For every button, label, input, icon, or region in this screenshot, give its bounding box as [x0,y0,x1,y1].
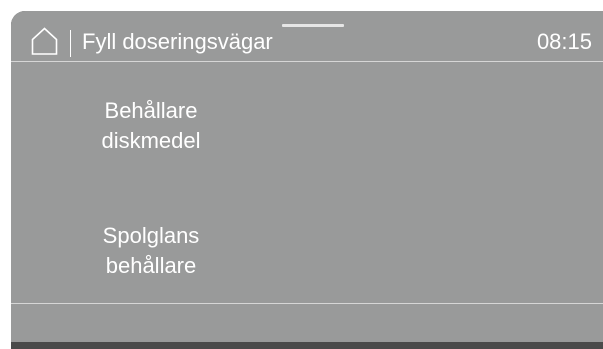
page-title: Fyll doseringsvägar [82,29,273,54]
header-separator [70,30,71,57]
header-divider [11,61,603,62]
menu-item-label-line2: diskmedel [101,128,201,153]
home-icon[interactable] [31,27,58,55]
display-screen: Fyll doseringsvägar 08:15 Behållare disk… [11,11,603,342]
menu-item-rinse-aid-container[interactable]: Spolglans behållare [51,221,251,281]
menu-item-label-line1: Spolglans [102,223,200,248]
menu-item-label-line2: behållare [105,253,197,278]
control-panel-frame: Fyll doseringsvägar 08:15 Behållare disk… [11,11,603,349]
header-bar: Fyll doseringsvägar 08:15 [11,11,603,61]
menu-item-label-line1: Behållare [104,98,198,123]
footer-divider [11,303,603,304]
clock-display: 08:15 [536,29,592,54]
menu-item-detergent-container[interactable]: Behållare diskmedel [51,96,251,156]
